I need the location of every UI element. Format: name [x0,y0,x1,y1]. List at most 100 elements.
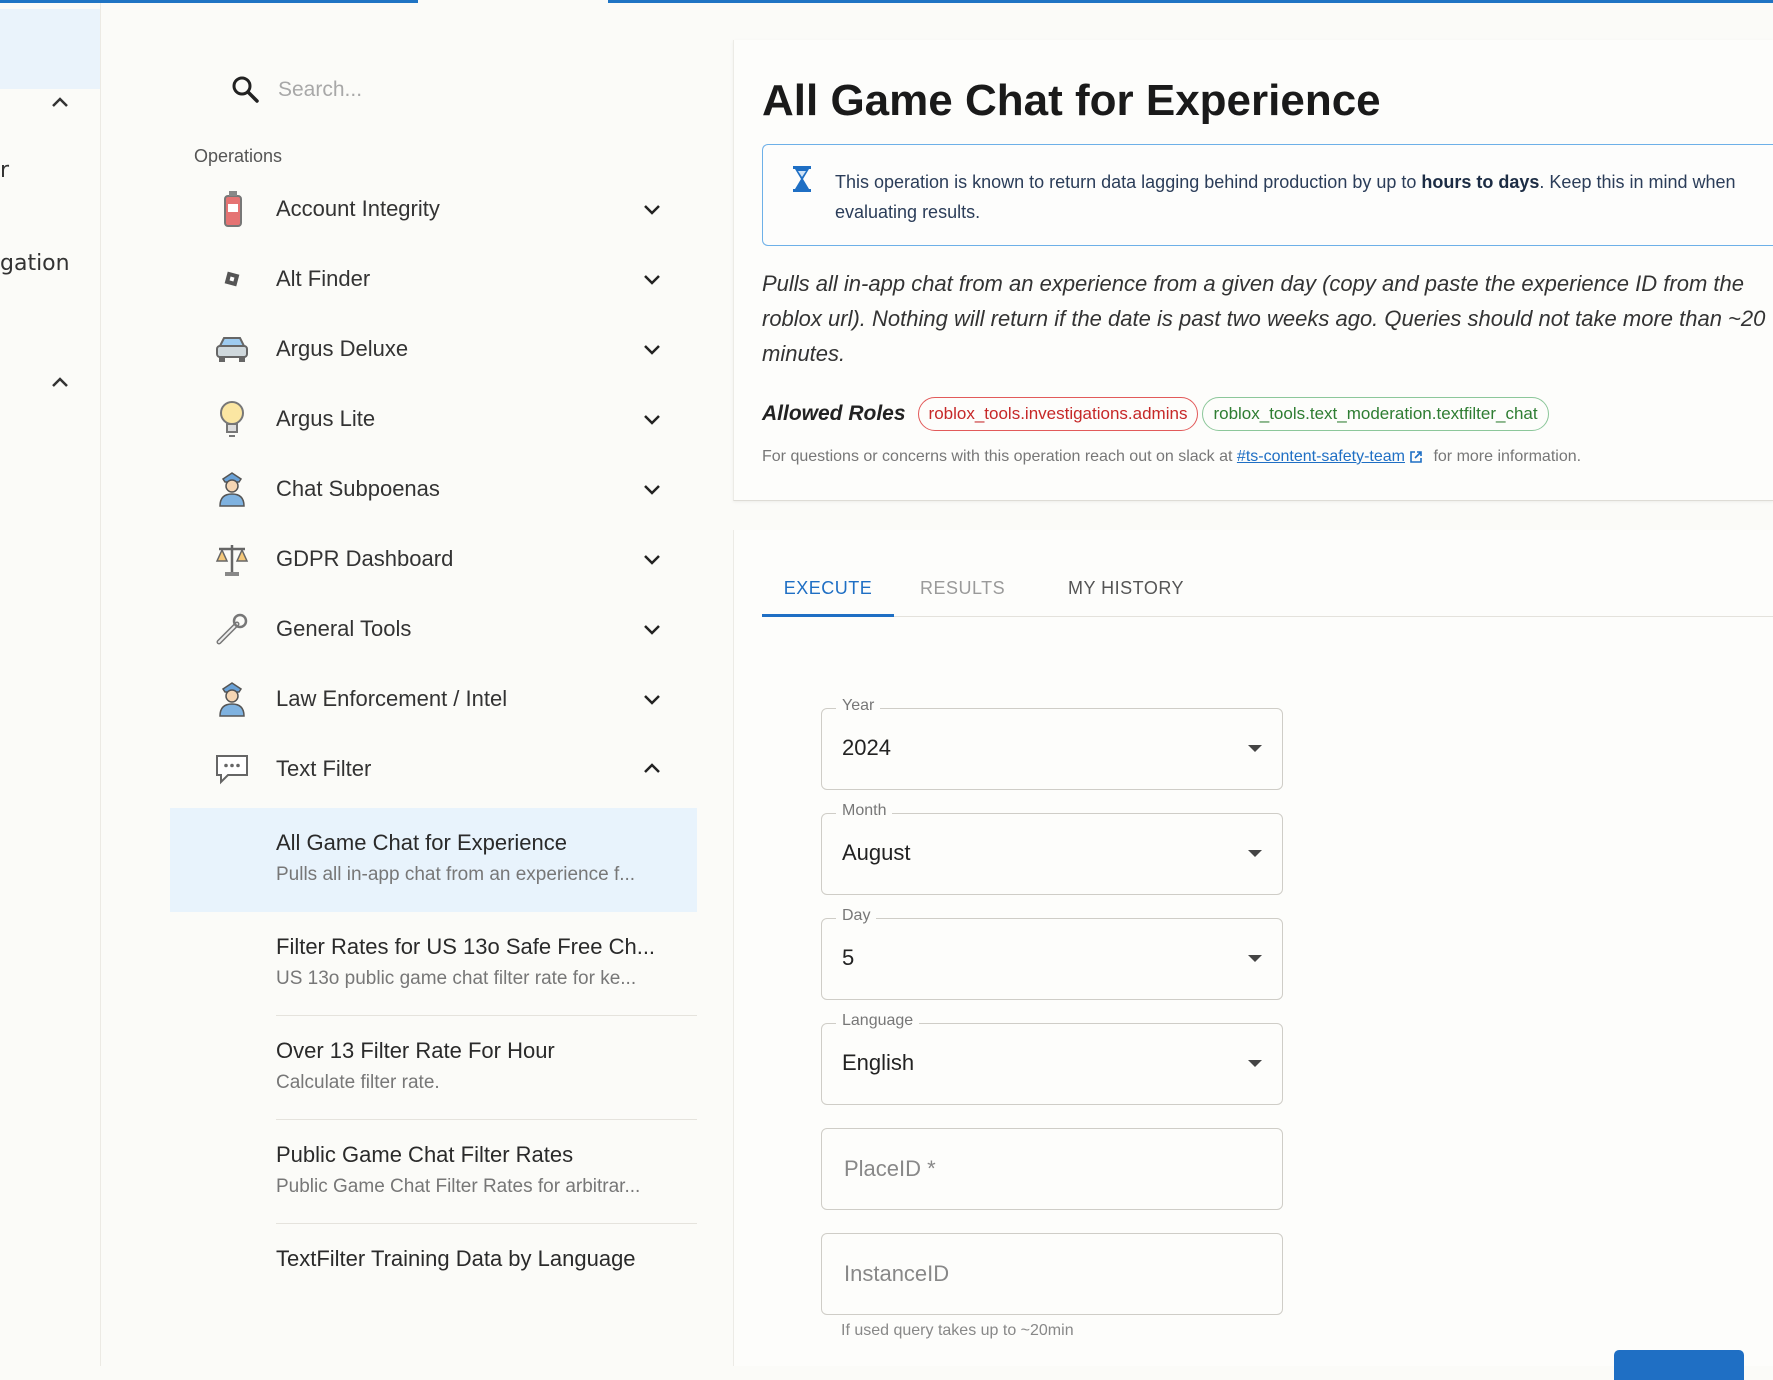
category-label: Account Integrity [276,196,440,221]
chevron-down-icon[interactable] [640,197,664,221]
category-text-filter[interactable]: Text Filter [170,730,710,808]
category-label: Alt Finder [276,266,371,291]
light-bulb-icon [212,399,252,439]
left-nav-item-label[interactable]: r [0,158,9,183]
operations-panel: Operations Account Integrity Alt Finder … [170,40,710,1366]
field-label: Year [836,697,881,715]
operation-item-textfilter-training-data[interactable]: TextFilter Training Data by Language [170,1224,697,1328]
chevron-down-icon[interactable] [640,337,664,361]
slack-channel-link[interactable]: #ts-content-safety-team [1237,448,1405,465]
allowed-roles: Allowed Roles roblox_tools.investigation… [762,396,1553,432]
left-nav-active-item[interactable] [0,9,100,89]
operation-title: Over 13 Filter Rate For Hour [276,1038,555,1063]
chevron-down-icon[interactable] [640,267,664,291]
field-value: August [842,840,911,865]
category-label: Argus Deluxe [276,336,409,361]
wrench-icon [212,609,252,649]
roblox-logo-icon [212,259,252,299]
operation-description-text: Pulls all in-app chat from an experience… [762,271,1766,366]
field-value: 2024 [842,735,891,760]
category-label: Chat Subpoenas [276,476,440,501]
operation-item-all-game-chat[interactable]: All Game Chat for Experience Pulls all i… [170,808,697,912]
allowed-roles-label: Allowed Roles [762,402,906,425]
operation-description: US 13o public game chat filter rate for … [276,968,637,989]
category-label: Argus Lite [276,406,376,431]
place-id-input[interactable] [842,1151,1266,1187]
chevron-up-icon[interactable] [640,757,664,781]
dropdown-arrow-icon[interactable] [1248,955,1262,962]
category-label: GDPR Dashboard [276,546,454,571]
operation-description: Pulls all in-app chat from an experience… [276,864,636,885]
operation-item-public-game-chat-filter-rates[interactable]: Public Game Chat Filter Rates Public Gam… [170,1120,697,1224]
field-value: English [842,1050,915,1075]
category-alt-finder[interactable]: Alt Finder [170,240,710,318]
category-label: General Tools [276,616,412,641]
dropdown-arrow-icon[interactable] [1248,1060,1262,1067]
external-link-icon[interactable] [1409,450,1423,464]
chevron-up-icon[interactable] [50,375,70,389]
role-chip: roblox_tools.investigations.admins [917,397,1199,431]
chevron-down-icon[interactable] [640,477,664,501]
place-id-field[interactable] [821,1128,1283,1210]
operation-title: Public Game Chat Filter Rates [276,1142,574,1167]
search-input[interactable] [276,72,640,108]
operation-item-over-13-filter-rate[interactable]: Over 13 Filter Rate For Hour Calculate f… [170,1016,697,1120]
chevron-down-icon[interactable] [640,617,664,641]
search-icon [232,76,259,103]
month-select[interactable]: Month August [821,802,1283,895]
tab-bar: EXECUTE RESULTS MY HISTORY [762,560,1773,617]
chevron-down-icon[interactable] [640,687,664,711]
search-bar [230,70,650,110]
police-officer-icon [212,469,252,509]
tab-my-history[interactable]: MY HISTORY [1068,560,1184,616]
year-select[interactable]: Year 2024 [821,697,1283,790]
category-general-tools[interactable]: General Tools [170,590,710,668]
operation-detail-card: All Game Chat for Experience This operat… [733,40,1773,501]
category-argus-deluxe[interactable]: Argus Deluxe [170,310,710,388]
execute-form-card: EXECUTE RESULTS MY HISTORY Year 2024 Mon… [733,530,1773,1380]
info-notice: This operation is known to return data l… [762,144,1773,246]
category-label: Text Filter [276,756,372,781]
operation-description: Public Game Chat Filter Rates for arbitr… [276,1176,641,1197]
language-select[interactable]: Language English [821,1012,1283,1105]
role-chip: roblox_tools.text_moderation.textfilter_… [1202,397,1549,431]
tab-results[interactable]: RESULTS [920,560,1005,616]
instance-id-input[interactable] [842,1256,1266,1292]
notice-text: This operation is known to return data l… [835,172,1736,222]
category-law-enforcement-intel[interactable]: Law Enforcement / Intel [170,660,710,738]
operation-item-filter-rates-us[interactable]: Filter Rates for US 13o Safe Free Ch... … [170,912,697,1016]
contact-info: For questions or concerns with this oper… [762,448,1582,465]
left-nav-item-label[interactable]: gation [0,251,70,276]
category-gdpr-dashboard[interactable]: GDPR Dashboard [170,520,710,598]
fire-extinguisher-icon [212,189,252,229]
chevron-down-icon[interactable] [640,547,664,571]
chat-bubble-icon [212,749,252,789]
category-chat-subpoenas[interactable]: Chat Subpoenas [170,450,710,528]
day-select[interactable]: Day 5 [821,907,1283,1000]
operation-title: TextFilter Training Data by Language [276,1246,636,1271]
category-account-integrity[interactable]: Account Integrity [170,170,710,248]
submit-button[interactable] [1614,1350,1744,1380]
car-icon [212,329,252,369]
tab-execute[interactable]: EXECUTE [762,560,894,617]
left-navigation: r gation [0,3,101,1366]
instance-id-field[interactable] [821,1233,1283,1315]
operations-heading: Operations [194,146,283,166]
progress-segment [608,0,1773,3]
field-label: Day [836,907,877,925]
dropdown-arrow-icon[interactable] [1248,745,1262,752]
police-officer-icon [212,679,252,719]
field-label: Language [836,1012,920,1030]
helper-text: If used query takes up to ~20min [841,1322,1074,1339]
chevron-down-icon[interactable] [640,407,664,431]
field-label: Month [836,802,893,820]
hourglass-icon [793,166,811,192]
chevron-up-icon[interactable] [50,95,70,109]
category-argus-lite[interactable]: Argus Lite [170,380,710,458]
category-label: Law Enforcement / Intel [276,686,508,711]
dropdown-arrow-icon[interactable] [1248,850,1262,857]
field-value: 5 [842,945,855,970]
operation-title: All Game Chat for Experience [276,830,568,855]
scales-icon [212,539,252,579]
page-load-progress [0,0,1773,3]
